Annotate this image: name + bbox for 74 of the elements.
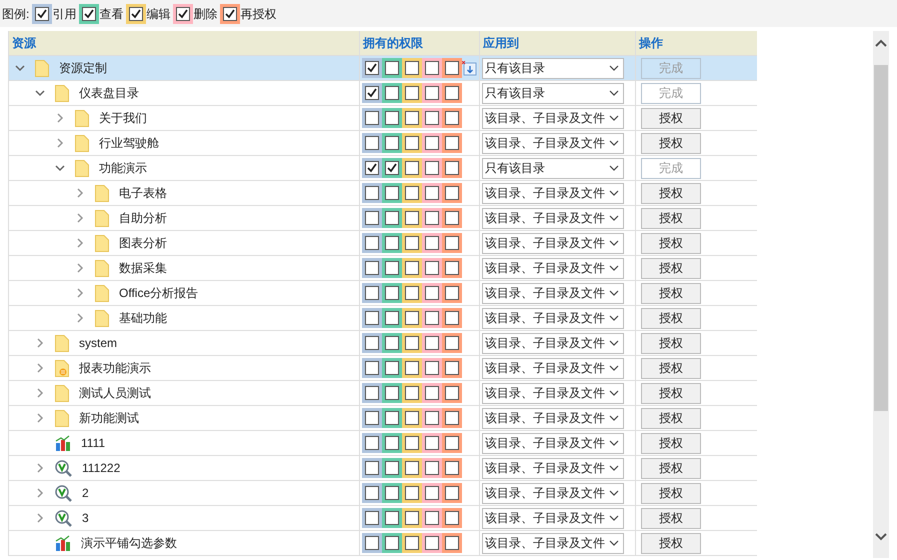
column-header: 拥有的权限	[363, 35, 423, 52]
folder-icon	[55, 410, 69, 426]
chevron-down-icon	[609, 540, 619, 546]
chevron-down-icon	[609, 90, 619, 96]
folder-icon	[95, 184, 109, 202]
folder-icon	[95, 284, 109, 302]
column-header: 操作	[639, 35, 663, 52]
folder-icon	[55, 84, 69, 102]
chevron-down-icon	[609, 265, 619, 271]
magnifier-icon	[55, 510, 72, 526]
bar-chart-icon	[55, 535, 71, 551]
chevron-down-icon	[609, 290, 619, 296]
folder-icon	[75, 160, 89, 176]
resource-name: 功能演示	[99, 160, 147, 177]
resource-name: 图表分析	[119, 235, 167, 252]
resource-name: 1111	[81, 435, 106, 452]
legend-text: 查看	[99, 6, 124, 22]
chevron-down-icon	[609, 490, 619, 496]
folder-icon	[95, 234, 109, 252]
magnifier-icon	[55, 484, 72, 502]
bar-chart-icon	[55, 435, 71, 451]
resource-name: 新功能测试	[79, 410, 139, 427]
folder-icon	[35, 60, 49, 76]
chevron-down-icon	[609, 215, 619, 221]
resource-name: 仪表盘目录	[79, 85, 139, 102]
folder-icon	[55, 360, 69, 376]
resource-name: 数据采集	[119, 260, 167, 277]
resource-name: 111222	[82, 460, 120, 477]
folder-icon	[55, 334, 69, 352]
chevron-down-icon	[609, 140, 619, 146]
chevron-down-icon	[609, 190, 619, 196]
column-header: 资源	[12, 35, 36, 52]
resource-name: system	[79, 335, 118, 352]
scroll-down-icon[interactable]	[875, 533, 887, 541]
resource-name: 关于我们	[99, 110, 147, 127]
column-header: 应用到	[483, 35, 519, 52]
resource-name: 演示平铺勾选参数	[81, 535, 177, 552]
chevron-down-icon	[609, 165, 619, 171]
folder-icon	[95, 210, 109, 226]
legend-text: 删除	[193, 6, 218, 22]
resource-name: 测试人员测试	[79, 385, 151, 402]
chevron-down-icon	[609, 365, 619, 371]
legend-label: 图例:	[2, 6, 30, 22]
resource-name: 自助分析	[119, 210, 167, 227]
chevron-down-icon	[609, 65, 619, 71]
chevron-down-icon	[609, 315, 619, 321]
resource-name: 3	[82, 510, 89, 527]
resource-name: 电子表格	[119, 185, 167, 202]
folder-icon	[55, 384, 69, 402]
resource-name: 2	[82, 485, 89, 502]
chevron-down-icon	[609, 240, 619, 246]
folder-icon	[75, 134, 89, 152]
resource-name: 资源定制	[59, 60, 107, 77]
chevron-down-icon	[609, 390, 619, 396]
scrollbar[interactable]	[873, 31, 889, 558]
legend-text: 再授权	[240, 6, 276, 22]
resource-name: 行业驾驶舱	[99, 135, 159, 152]
resource-name: Office分析报告	[119, 285, 198, 302]
chevron-down-icon	[609, 440, 619, 446]
chevron-down-icon	[609, 515, 619, 521]
legend-text: 编辑	[146, 6, 170, 22]
scrollbar-thumb[interactable]	[874, 65, 888, 411]
chevron-down-icon	[609, 115, 619, 121]
magnifier-icon	[55, 460, 72, 476]
resource-name: 报表功能演示	[79, 360, 151, 377]
folder-icon	[95, 310, 109, 326]
folder-icon	[95, 260, 109, 276]
legend-text: 引用	[52, 6, 76, 22]
scroll-up-icon[interactable]	[875, 39, 887, 47]
chevron-down-icon	[609, 465, 619, 471]
chevron-down-icon	[609, 340, 619, 346]
resource-name: 基础功能	[119, 310, 167, 327]
folder-icon	[75, 110, 89, 126]
chevron-down-icon	[609, 415, 619, 421]
